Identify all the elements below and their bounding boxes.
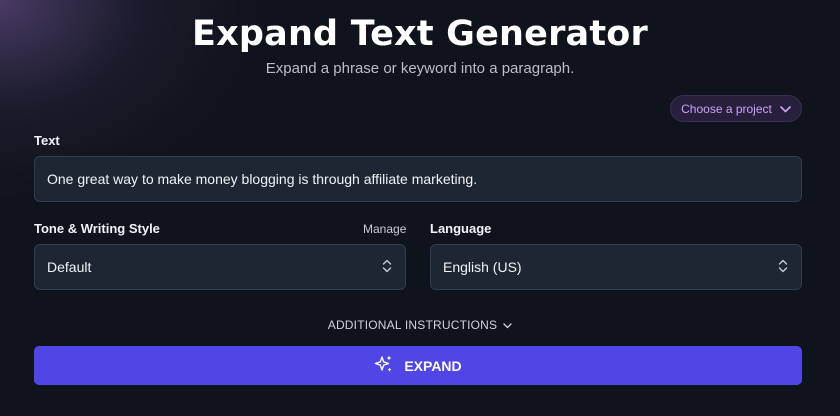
choose-project-label: Choose a project [681,101,772,116]
updown-arrows-icon [777,258,789,277]
page-subtitle: Expand a phrase or keyword into a paragr… [265,60,575,77]
text-input[interactable]: One great way to make money blogging is … [34,156,802,202]
text-field-label: Text [34,133,60,148]
additional-instructions-label: ADDITIONAL INSTRUCTIONS [327,318,498,332]
chevron-down-icon [780,102,791,116]
manage-tone-link[interactable]: Manage [363,222,406,236]
expand-button-label: EXPAND [404,357,462,374]
text-input-value: One great way to make money blogging is … [47,171,478,187]
language-label: Language [430,221,492,236]
language-select[interactable]: English (US) [430,244,802,290]
language-select-value: English (US) [443,259,522,275]
page-title: Expand Text Generator [191,14,648,54]
updown-arrows-icon [381,258,393,277]
tone-select[interactable]: Default [34,244,406,290]
choose-project-dropdown[interactable]: Choose a project [670,95,802,122]
tone-label: Tone & Writing Style [34,221,160,236]
chevron-down-icon [503,318,512,332]
expand-text-page: Expand Text Generator Expand a phrase or… [0,0,840,416]
sparkles-icon [374,354,394,377]
expand-button[interactable]: EXPAND [34,346,802,385]
additional-instructions-toggle[interactable]: ADDITIONAL INSTRUCTIONS [0,318,840,332]
tone-select-value: Default [47,259,92,275]
